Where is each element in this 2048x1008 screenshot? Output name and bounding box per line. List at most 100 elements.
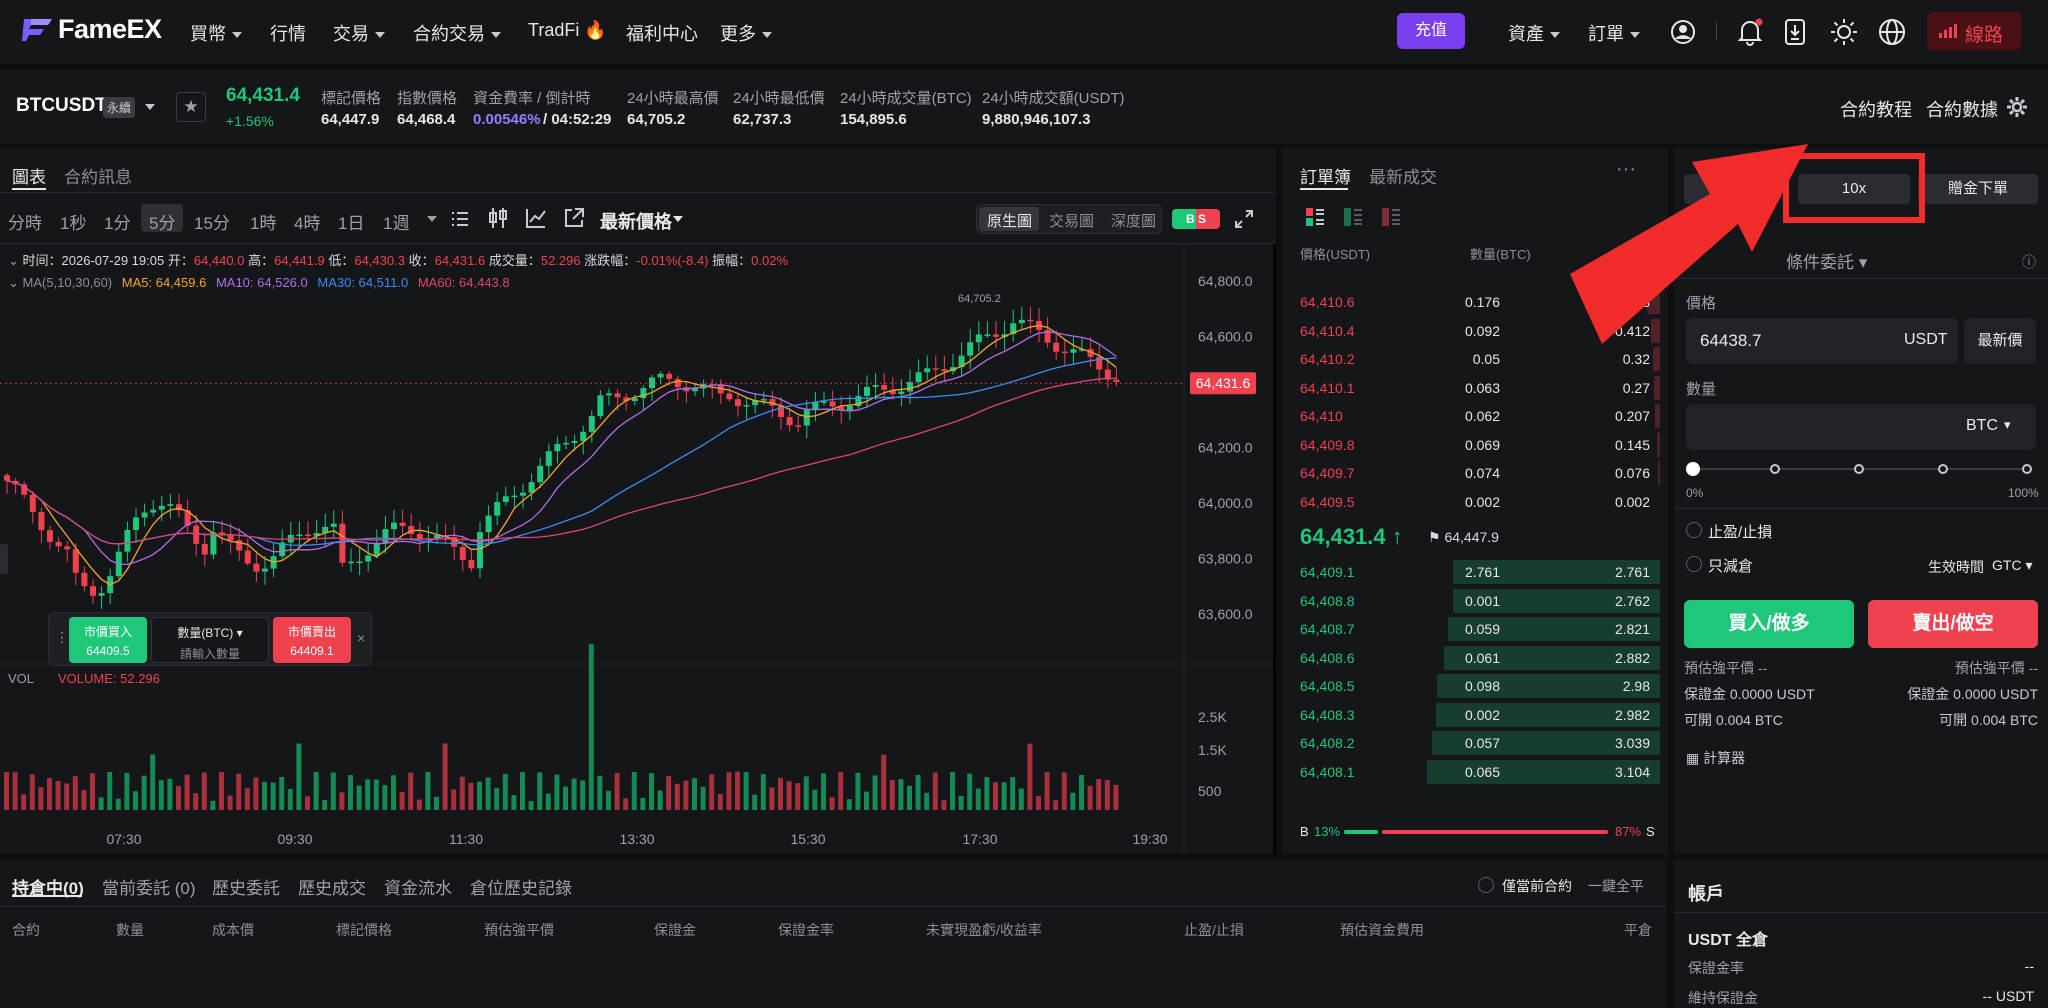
info-icon[interactable]: ⓘ (2022, 252, 2036, 272)
ask-row[interactable]: 64,409.5 0.002 0.002 (1290, 488, 1660, 516)
latest-price-button[interactable]: 最新價 (1964, 318, 2036, 364)
fullscreen-icon[interactable] (1234, 209, 1254, 229)
bs-toggle[interactable]: B S (1172, 209, 1220, 229)
qty-slider-handle[interactable] (1686, 462, 1700, 476)
nav-more[interactable]: 更多 (720, 20, 772, 46)
bell-icon[interactable] (1737, 18, 1763, 46)
book-bids-icon[interactable] (1344, 208, 1362, 226)
slider-tick-25[interactable] (1770, 464, 1780, 474)
calculator-link[interactable]: ▦ 計算器 (1686, 748, 1745, 768)
nav-orders[interactable]: 訂單 (1588, 20, 1640, 46)
tab-recent-trades[interactable]: 最新成交 (1369, 163, 1437, 188)
bonus-order-button[interactable]: 贈金下單 (1918, 174, 2038, 204)
book-asks-icon[interactable] (1382, 208, 1400, 226)
positions-tab[interactable]: 倉位歷史記錄 (470, 874, 572, 899)
bid-row[interactable]: 64,408.6 0.061 2.882 (1290, 644, 1660, 672)
ask-row[interactable]: 64,410 0.062 0.207 (1290, 402, 1660, 430)
market-sell-button[interactable]: 市價賣出 64409.1 (273, 617, 351, 663)
bid-row[interactable]: 64,409.1 2.761 2.761 (1290, 558, 1660, 586)
settings-gear-icon[interactable] (2006, 96, 2028, 118)
nav-trade[interactable]: 交易 (333, 20, 385, 46)
favorite-star-icon[interactable]: ★ (176, 92, 206, 122)
tf-4h[interactable]: 4時 (294, 209, 320, 234)
indicator-list-icon[interactable] (451, 210, 469, 228)
book-both-icon[interactable] (1306, 208, 1324, 226)
line-switch-button[interactable]: 線路 (1927, 12, 2021, 50)
ask-row[interactable]: 64,409.8 0.069 0.145 (1290, 431, 1660, 459)
tab-contract-info[interactable]: 合約訊息 (64, 163, 132, 188)
nav-buy-crypto[interactable]: 買幣 (190, 20, 242, 46)
positions-tab[interactable]: 當前委託 (0) (102, 874, 196, 899)
ma60-line (6, 377, 1117, 545)
external-link-icon[interactable] (563, 207, 585, 229)
sell-short-button[interactable]: 賣出/做空 (1868, 600, 2038, 648)
nav-tradfi[interactable]: TradFi 🔥 (528, 20, 607, 41)
tutorial-link[interactable]: 合約教程 (1840, 96, 1912, 122)
tf-1m[interactable]: 1分 (104, 209, 130, 234)
tab-chart[interactable]: 圖表 (12, 163, 46, 188)
bid-row[interactable]: 64,408.5 0.098 2.98 (1290, 672, 1660, 700)
line-chart-icon[interactable] (525, 207, 547, 229)
symbol-name[interactable]: BTCUSDT (16, 95, 107, 117)
close-all-button[interactable]: 一鍵全平 (1588, 876, 1644, 896)
nav-markets[interactable]: 行情 (270, 20, 306, 46)
buy-long-button[interactable]: 買入/做多 (1684, 600, 1854, 648)
ask-row[interactable]: 64,410.1 0.063 0.27 (1290, 374, 1660, 402)
quantity-unit[interactable]: BTC (1966, 417, 1998, 435)
candle-body (915, 372, 922, 383)
tf-15m[interactable]: 15分 (194, 209, 230, 234)
slider-tick-50[interactable] (1854, 464, 1864, 474)
nav-assets[interactable]: 資產 (1508, 20, 1560, 46)
positions-tab[interactable]: 歷史委託 (212, 874, 280, 899)
chevron-down-icon[interactable]: ▾ (2004, 417, 2011, 433)
bid-row[interactable]: 64,408.1 0.065 3.104 (1290, 758, 1660, 786)
bid-row[interactable]: 64,408.2 0.057 3.039 (1290, 729, 1660, 757)
tf-1s[interactable]: 1秒 (60, 209, 86, 234)
tf-line[interactable]: 分時 (8, 209, 42, 234)
tif-select[interactable]: GTC ▾ (1992, 557, 2032, 574)
positions-tab[interactable]: 資金流水 (384, 874, 452, 899)
user-icon[interactable] (1670, 19, 1696, 45)
tab-orderbook[interactable]: 訂單簿 (1300, 163, 1351, 188)
view-tradingview[interactable]: 交易圖 (1049, 210, 1094, 231)
view-depth[interactable]: 深度圖 (1111, 210, 1156, 231)
reduce-only-checkbox[interactable] (1686, 556, 1702, 572)
chevron-down-icon[interactable] (145, 104, 155, 110)
quick-qty-input[interactable]: 數量(BTC) ▾ 請輸入數量 (151, 617, 269, 663)
download-icon[interactable] (1784, 18, 1806, 46)
view-native[interactable]: 原生圖 (987, 210, 1032, 231)
bid-row[interactable]: 64,408.7 0.059 2.821 (1290, 615, 1660, 643)
theme-sun-icon[interactable] (1830, 18, 1858, 46)
only-current-checkbox[interactable] (1478, 877, 1494, 893)
candlestick-icon[interactable] (488, 207, 508, 229)
deposit-button[interactable]: 充值 (1397, 13, 1465, 49)
nav-futures[interactable]: 合約交易 (413, 20, 501, 46)
ob-price: 64,408.6 (1300, 649, 1355, 666)
brand-logo[interactable]: FameEX (22, 14, 162, 45)
kline-chart[interactable]: 64,431.6 64,800.0 64,600.0 64,200.0 64,000.0… (0, 244, 1276, 854)
tf-1w[interactable]: 1週 (383, 209, 409, 234)
contract-data-link[interactable]: 合約數據 (1926, 96, 1998, 122)
tpsl-checkbox[interactable] (1686, 522, 1702, 538)
positions-tab[interactable]: 持倉中(0) (12, 874, 84, 899)
nav-rewards[interactable]: 福利中心 (626, 20, 698, 46)
account-mode[interactable]: USDT 全倉 (1688, 926, 1768, 950)
ask-row[interactable]: 64,409.7 0.074 0.076 (1290, 459, 1660, 487)
tf-1h[interactable]: 1時 (250, 209, 276, 234)
ob-qty: 2.761 (1464, 564, 1500, 580)
tf-5m[interactable]: 5分 (149, 209, 175, 234)
bid-row[interactable]: 64,408.3 0.002 2.982 (1290, 701, 1660, 729)
slider-tick-75[interactable] (1938, 464, 1948, 474)
slider-tick-100[interactable] (2022, 464, 2032, 474)
more-timeframes-chevron-icon[interactable] (427, 216, 437, 222)
bid-row[interactable]: 64,408.8 0.001 2.762 (1290, 587, 1660, 615)
quantity-input[interactable]: BTC ▾ (1686, 404, 2036, 450)
globe-icon[interactable] (1878, 18, 1906, 46)
tf-1d[interactable]: 1日 (338, 209, 364, 234)
close-icon[interactable]: × (357, 630, 365, 646)
positions-tab[interactable]: 歷史成交 (298, 874, 366, 899)
chevron-down-icon[interactable] (673, 216, 683, 222)
market-buy-button[interactable]: 市價買入 64409.5 (69, 617, 147, 663)
candle-body (511, 495, 518, 498)
price-type-select[interactable]: 最新價格 (600, 208, 672, 234)
